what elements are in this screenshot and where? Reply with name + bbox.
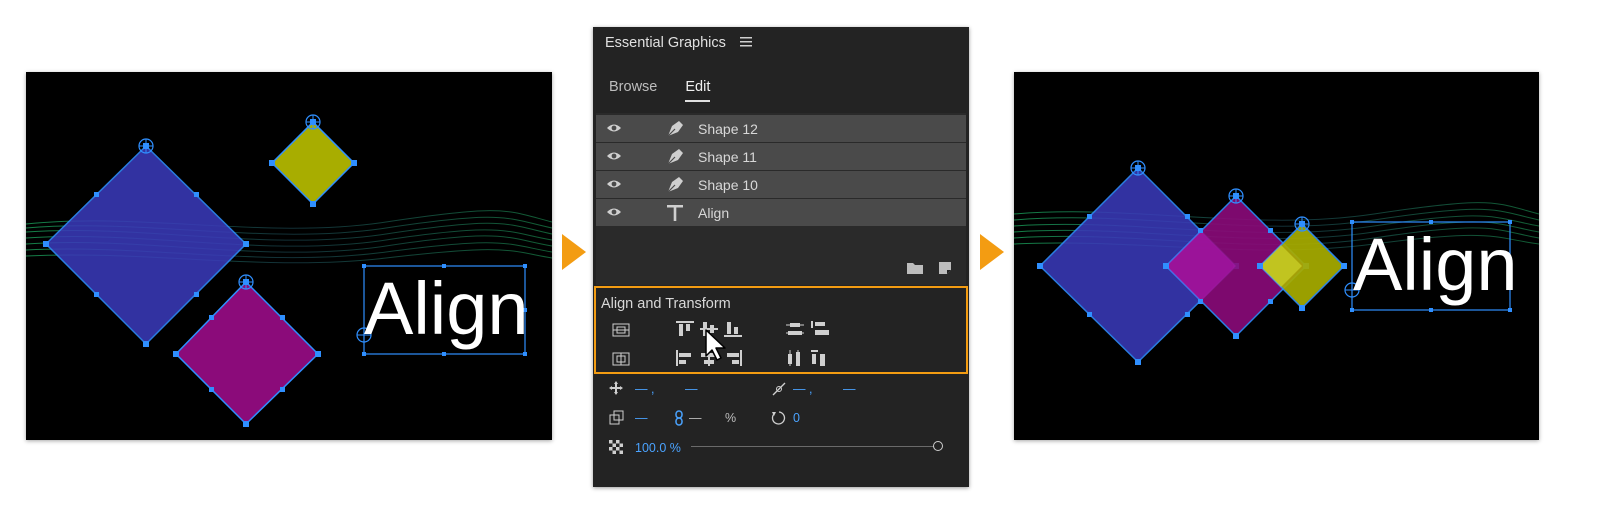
panel-menu-icon[interactable] — [739, 35, 752, 51]
magenta-diamond-shape[interactable] — [173, 274, 321, 427]
pen-icon — [667, 149, 683, 165]
scale-linked-value[interactable]: — — [689, 411, 702, 425]
align-to-selection-icon[interactable] — [612, 323, 630, 337]
opacity-value[interactable]: 100.0 % — [635, 441, 681, 455]
new-layer-icon[interactable] — [938, 261, 952, 275]
opacity-checker-icon — [609, 440, 623, 454]
align-section-title: Align and Transform — [601, 296, 731, 312]
position-y-value[interactable]: — — [685, 382, 698, 396]
distribute-vertical-center-icon[interactable] — [786, 321, 804, 337]
scale-percent-label: % — [725, 411, 737, 425]
layer-actions — [906, 261, 952, 275]
eye-icon[interactable] — [606, 206, 622, 218]
tab-edit[interactable]: Edit — [685, 79, 711, 102]
layer-row[interactable]: Align — [596, 199, 966, 226]
position-x-value[interactable]: — , — [635, 382, 654, 396]
layer-row[interactable]: Shape 12 — [596, 115, 966, 142]
text-layer-align[interactable]: Align — [356, 264, 529, 356]
eye-icon[interactable] — [606, 122, 622, 134]
opacity-slider-handle[interactable] — [933, 441, 943, 451]
anchor-y-value[interactable]: — — [843, 382, 856, 396]
align-and-transform-section: Align and Transform — [594, 286, 968, 374]
distribute-vertical-spacing-icon[interactable] — [811, 321, 829, 337]
distribute-horizontal-center-icon[interactable] — [786, 350, 804, 366]
text-tool-icon — [667, 205, 683, 221]
olive-diamond-shape[interactable] — [269, 114, 357, 207]
eye-icon[interactable] — [606, 150, 622, 162]
distribute-horizontal-spacing-icon[interactable] — [811, 350, 829, 366]
rotation-icon — [771, 411, 786, 425]
canvas-after: Align — [1014, 72, 1539, 440]
layer-row[interactable]: Shape 11 — [596, 143, 966, 170]
layer-row[interactable]: Shape 10 — [596, 171, 966, 198]
arrow-right-icon — [562, 234, 586, 270]
layer-name: Shape 12 — [698, 121, 758, 137]
canvas-after-text: Align — [1353, 223, 1518, 306]
rotation-value[interactable]: 0 — [793, 411, 800, 425]
canvas-before-text: Align — [364, 267, 529, 350]
anchor-x-value[interactable]: — , — [793, 382, 812, 396]
canvas-before: Align — [26, 72, 552, 440]
pen-icon — [667, 121, 683, 137]
align-to-video-frame-icon[interactable] — [612, 352, 630, 366]
eye-icon[interactable] — [606, 178, 622, 190]
position-move-icon — [609, 381, 623, 395]
panel-title: Essential Graphics — [605, 35, 726, 51]
layer-name: Align — [698, 205, 730, 221]
tab-browse[interactable]: Browse — [609, 79, 657, 102]
panel-tabs: Browse Edit — [609, 79, 711, 102]
mouse-cursor-icon — [705, 329, 726, 361]
link-icon[interactable] — [673, 410, 685, 426]
arrow-right-icon — [980, 234, 1004, 270]
text-layer-align[interactable]: Align — [1344, 220, 1518, 312]
essential-graphics-panel: Essential Graphics Browse Edit Shape 12 … — [593, 27, 969, 487]
panel-header: Essential Graphics — [605, 35, 752, 51]
layer-name: Shape 10 — [698, 177, 758, 193]
scale-value[interactable]: — — [635, 411, 648, 425]
new-group-folder-icon[interactable] — [906, 261, 924, 275]
align-top-icon[interactable] — [676, 321, 694, 337]
opacity-slider-track[interactable] — [691, 446, 935, 447]
layer-name: Shape 11 — [698, 149, 757, 165]
anchor-point-icon — [772, 382, 786, 396]
scale-icon — [609, 410, 624, 425]
pen-icon — [667, 177, 683, 193]
layers-list: Shape 12 Shape 11 Shape 10 Align — [596, 113, 966, 285]
align-left-icon[interactable] — [676, 350, 694, 366]
